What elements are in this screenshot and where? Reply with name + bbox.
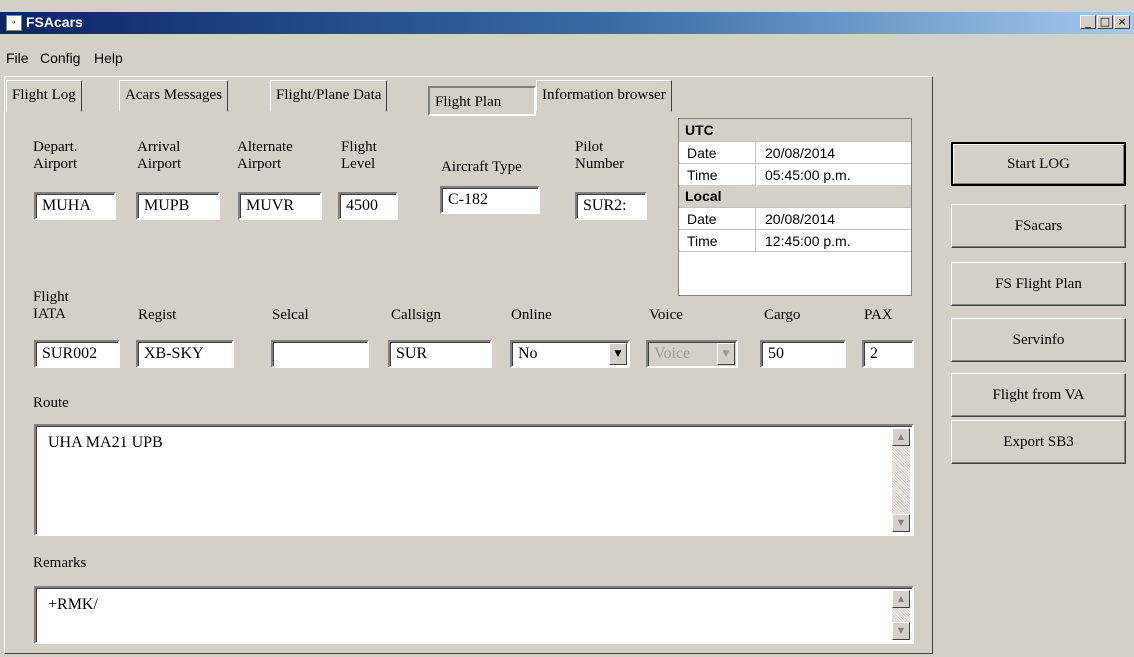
utc-header: UTC bbox=[679, 119, 911, 141]
maximize-icon[interactable]: □ bbox=[1097, 15, 1113, 29]
pax-input[interactable]: 2 bbox=[862, 340, 914, 368]
tab-flight-plan[interactable]: Flight Plan bbox=[428, 86, 536, 116]
flight-level-input[interactable]: 4500 bbox=[338, 192, 398, 220]
remarks-textarea[interactable]: +RMK/ ▲ ▼ bbox=[34, 586, 914, 644]
flight-iata-label: Flight IATA bbox=[33, 289, 69, 322]
time-info-grid: UTC Date 20/08/2014 Time 05:45:00 p.m. L… bbox=[678, 118, 912, 296]
scroll-down-icon[interactable]: ▼ bbox=[892, 622, 910, 640]
route-textarea[interactable]: UHA MA21 UPB ▲ ▼ bbox=[34, 424, 914, 536]
tab-information-browser[interactable]: Information browser bbox=[536, 80, 672, 112]
route-label: Route bbox=[33, 395, 69, 411]
tab-flight-log[interactable]: Flight Log bbox=[6, 80, 82, 112]
online-dropdown[interactable]: No ▼ bbox=[510, 340, 630, 368]
local-time-value: 12:45:00 p.m. bbox=[765, 233, 851, 249]
menu-help[interactable]: Help bbox=[94, 50, 123, 66]
fsacars-button[interactable]: FSacars bbox=[951, 204, 1126, 248]
online-label: Online bbox=[511, 307, 552, 323]
start-log-button[interactable]: Start LOG bbox=[951, 142, 1126, 186]
aircraft-type-label: Aircraft Type bbox=[441, 159, 522, 175]
local-time-row: Time 12:45:00 p.m. bbox=[679, 229, 911, 251]
pax-label: PAX bbox=[864, 307, 893, 323]
callsign-input[interactable]: SUR bbox=[388, 340, 492, 368]
route-text: UHA MA21 UPB bbox=[48, 434, 163, 451]
online-dropdown-value: No bbox=[518, 345, 538, 362]
cargo-label: Cargo bbox=[764, 307, 801, 323]
flight-from-va-button[interactable]: Flight from VA bbox=[951, 373, 1126, 417]
remarks-label: Remarks bbox=[33, 555, 87, 571]
fsacars-window: ✈ FSAcars _ □ × File Config Help Flight … bbox=[0, 0, 1134, 657]
scroll-up-icon[interactable]: ▲ bbox=[892, 590, 910, 608]
tab-flight-plane-data[interactable]: Flight/Plane Data bbox=[270, 80, 388, 112]
export-sb3-button[interactable]: Export SB3 bbox=[951, 420, 1126, 464]
depart-airport-input[interactable]: MUHA bbox=[34, 192, 116, 220]
local-date-row: Date 20/08/2014 bbox=[679, 207, 911, 229]
remarks-scrollbar[interactable]: ▲ ▼ bbox=[892, 590, 910, 640]
voice-label: Voice bbox=[649, 307, 683, 323]
close-icon[interactable]: × bbox=[1114, 15, 1130, 29]
utc-time-value: 05:45:00 p.m. bbox=[765, 167, 851, 183]
menu-config[interactable]: Config bbox=[40, 50, 80, 66]
selcal-input[interactable] bbox=[271, 340, 369, 368]
minimize-icon[interactable]: _ bbox=[1080, 15, 1096, 29]
route-scrollbar[interactable]: ▲ ▼ bbox=[892, 428, 910, 532]
chevron-down-icon: ▼ bbox=[717, 343, 735, 365]
pilot-number-label: Pilot Number bbox=[575, 139, 625, 172]
local-date-value: 20/08/2014 bbox=[765, 211, 836, 227]
regist-input[interactable]: XB-SKY bbox=[136, 340, 234, 368]
utc-time-row: Time 05:45:00 p.m. bbox=[679, 163, 911, 185]
regist-label: Regist bbox=[138, 307, 177, 323]
arrival-airport-input[interactable]: MUPB bbox=[136, 192, 220, 220]
depart-airport-label: Depart. Airport bbox=[33, 139, 78, 172]
selcal-label: Selcal bbox=[272, 307, 309, 323]
utc-date-row: Date 20/08/2014 bbox=[679, 141, 911, 163]
title-bar[interactable]: ✈ FSAcars _ □ × bbox=[0, 12, 1134, 34]
remarks-text: +RMK/ bbox=[48, 596, 98, 613]
chevron-down-icon[interactable]: ▼ bbox=[609, 343, 627, 365]
fsacars-app-icon[interactable]: ✈ bbox=[6, 15, 22, 31]
alternate-airport-input[interactable]: MUVR bbox=[238, 192, 322, 220]
tab-acars-messages[interactable]: Acars Messages bbox=[119, 80, 229, 112]
pilot-number-input[interactable]: SUR2: bbox=[575, 192, 647, 220]
arrival-airport-label: Arrival Airport bbox=[137, 139, 182, 172]
voice-dropdown-value: Voice bbox=[654, 345, 691, 362]
callsign-label: Callsign bbox=[391, 307, 442, 323]
window-title: FSAcars bbox=[26, 14, 83, 30]
flight-level-label: Flight Level bbox=[341, 139, 377, 172]
utc-date-value: 20/08/2014 bbox=[765, 145, 836, 161]
scroll-down-icon[interactable]: ▼ bbox=[892, 514, 910, 532]
servinfo-button[interactable]: Servinfo bbox=[951, 318, 1126, 362]
aircraft-type-input[interactable]: C-182 bbox=[440, 186, 540, 214]
scroll-up-icon[interactable]: ▲ bbox=[892, 428, 910, 446]
alternate-airport-label: Alternate Airport bbox=[237, 139, 293, 172]
cargo-input[interactable]: 50 bbox=[760, 340, 846, 368]
flight-iata-input[interactable]: SUR002 bbox=[34, 340, 120, 368]
menu-file[interactable]: File bbox=[6, 50, 29, 66]
local-header: Local bbox=[679, 185, 911, 207]
fs-flight-plan-button[interactable]: FS Flight Plan bbox=[951, 262, 1126, 306]
voice-dropdown: Voice ▼ bbox=[646, 340, 738, 368]
